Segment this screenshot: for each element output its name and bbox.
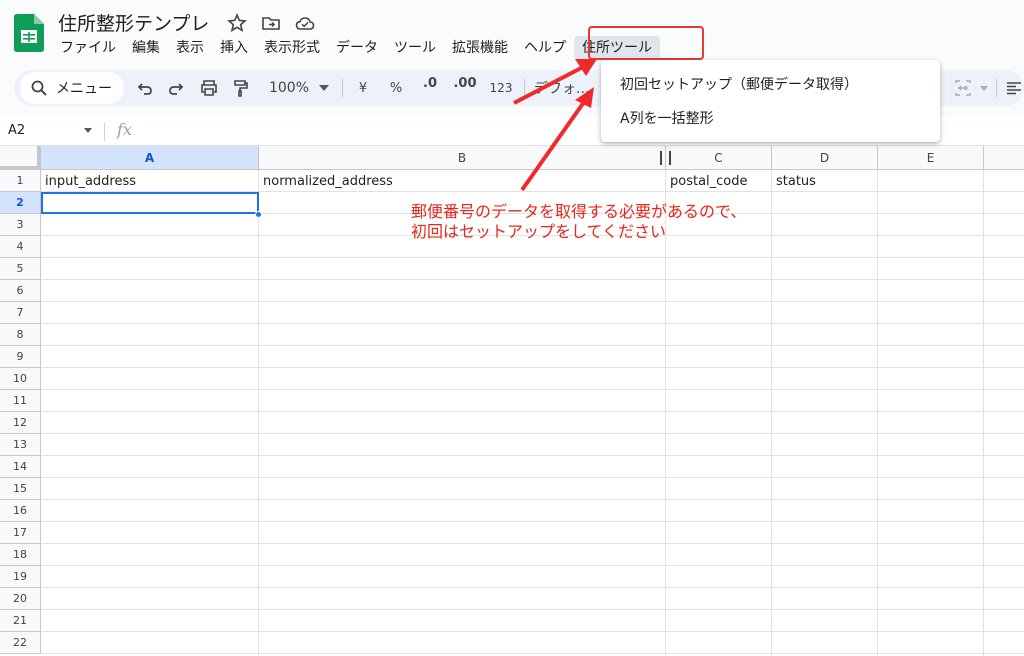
- initial-setup-menu-item[interactable]: 初回セットアップ（郵便データ取得）: [620, 74, 858, 94]
- row-header-3[interactable]: 3: [0, 214, 41, 236]
- fill-handle[interactable]: [255, 211, 262, 218]
- address-tools-dropdown-menu: 初回セットアップ（郵便データ取得） A列を一括整形: [601, 60, 940, 142]
- row-header-8[interactable]: 8: [0, 324, 41, 346]
- print-icon: [201, 80, 217, 96]
- cell-a1[interactable]: input_address: [45, 174, 136, 189]
- address-tools-highlight-box: [588, 26, 704, 60]
- row-header-14[interactable]: 14: [0, 456, 41, 478]
- column-header-c[interactable]: C: [666, 146, 772, 170]
- select-all-corner[interactable]: [0, 146, 41, 170]
- row-header-12[interactable]: 12: [0, 412, 41, 434]
- increase-decimal-button[interactable]: .00: [451, 76, 479, 100]
- percent-format-button[interactable]: %: [385, 76, 407, 100]
- row-header-17[interactable]: 17: [0, 522, 41, 544]
- annotation-text: 郵便番号のデータを取得する必要があるので、 初回はセットアップをしてください: [411, 202, 746, 242]
- row-header-5[interactable]: 5: [0, 258, 41, 280]
- row-header-1[interactable]: 1: [0, 170, 41, 192]
- name-box[interactable]: A2: [8, 123, 25, 138]
- menu-help[interactable]: ヘルプ: [516, 36, 574, 60]
- paint-format-button[interactable]: [229, 76, 253, 100]
- row-header-9[interactable]: 9: [0, 346, 41, 368]
- zoom-select[interactable]: 100%: [266, 76, 312, 100]
- font-select[interactable]: デフォ...: [534, 76, 600, 100]
- menu-tools[interactable]: ツール: [386, 36, 444, 60]
- row-header-7[interactable]: 7: [0, 302, 41, 324]
- search-icon: [31, 80, 47, 96]
- menu-edit[interactable]: 編集: [124, 36, 168, 60]
- currency-format-button[interactable]: ¥: [353, 76, 373, 100]
- menu-insert[interactable]: 挿入: [212, 36, 256, 60]
- row-header-19[interactable]: 19: [0, 566, 41, 588]
- menu-view[interactable]: 表示: [168, 36, 212, 60]
- merge-cells-icon[interactable]: [952, 76, 974, 100]
- star-icon[interactable]: [226, 12, 248, 34]
- undo-icon: [137, 83, 152, 95]
- column-header-f[interactable]: [984, 146, 1024, 170]
- sheets-logo-icon[interactable]: [14, 14, 44, 52]
- menu-format[interactable]: 表示形式: [256, 36, 328, 60]
- print-button[interactable]: [197, 76, 221, 100]
- spreadsheet-window: 住所整形テンプレ ファイル 編集 表示 挿入 表示形式 データ ツール 拡張機能…: [0, 0, 1024, 656]
- row-header-16[interactable]: 16: [0, 500, 41, 522]
- row-header-18[interactable]: 18: [0, 544, 41, 566]
- annotation-line-2: 初回はセットアップをしてください: [411, 222, 667, 241]
- menu-data[interactable]: データ: [328, 36, 386, 60]
- row-header-2[interactable]: 2: [0, 192, 41, 214]
- name-box-caret-icon[interactable]: [84, 128, 92, 133]
- menu-file[interactable]: ファイル: [52, 36, 124, 60]
- move-to-folder-icon[interactable]: [260, 12, 282, 34]
- undo-button[interactable]: [134, 76, 156, 100]
- paint-format-icon: [234, 80, 248, 97]
- row-header-22[interactable]: 22: [0, 632, 41, 654]
- column-header-a[interactable]: A: [41, 146, 259, 170]
- row-header-6[interactable]: 6: [0, 280, 41, 302]
- zoom-dropdown-caret-icon[interactable]: [317, 76, 331, 100]
- decrease-decimal-button[interactable]: .0: [417, 76, 443, 100]
- menu-search-label: メニュー: [56, 81, 112, 97]
- align-left-icon[interactable]: [1004, 76, 1024, 100]
- cell-d1[interactable]: status: [776, 174, 816, 189]
- merge-dropdown-caret-icon[interactable]: [978, 76, 990, 100]
- column-header-d[interactable]: D: [772, 146, 878, 170]
- row-header-4[interactable]: 4: [0, 236, 41, 258]
- document-title[interactable]: 住所整形テンプレ: [58, 9, 209, 36]
- column-header-e[interactable]: E: [878, 146, 984, 170]
- row-header-11[interactable]: 11: [0, 390, 41, 412]
- menu-search-button[interactable]: メニュー: [20, 72, 124, 104]
- row-header-10[interactable]: 10: [0, 368, 41, 390]
- column-resize-handle[interactable]: [660, 151, 671, 165]
- row-header-21[interactable]: 21: [0, 610, 41, 632]
- cell-b1[interactable]: normalized_address: [263, 174, 393, 189]
- bulk-format-menu-item[interactable]: A列を一括整形: [620, 108, 714, 128]
- selected-cell-a2[interactable]: [41, 192, 259, 214]
- menu-bar: ファイル 編集 表示 挿入 表示形式 データ ツール 拡張機能 ヘルプ 住所ツー…: [52, 36, 660, 60]
- row-header-20[interactable]: 20: [0, 588, 41, 610]
- annotation-line-1: 郵便番号のデータを取得する必要があるので、: [411, 202, 747, 221]
- more-formats-button[interactable]: 123: [486, 76, 516, 100]
- redo-icon: [169, 83, 184, 95]
- redo-button[interactable]: [165, 76, 187, 100]
- cloud-saved-icon[interactable]: [294, 12, 316, 34]
- menu-extensions[interactable]: 拡張機能: [444, 36, 516, 60]
- row-header-13[interactable]: 13: [0, 434, 41, 456]
- row-header-15[interactable]: 15: [0, 478, 41, 500]
- column-header-b[interactable]: B: [259, 146, 666, 170]
- fx-icon: fx: [117, 120, 132, 139]
- cell-c1[interactable]: postal_code: [670, 174, 748, 189]
